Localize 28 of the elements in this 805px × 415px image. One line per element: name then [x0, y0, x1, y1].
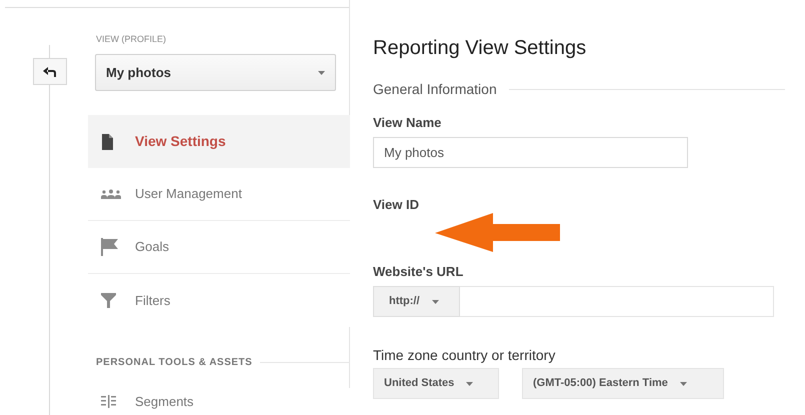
sidebar-item[interactable]: View Settings	[88, 115, 350, 168]
sidebar-item[interactable]: User Management	[88, 168, 350, 221]
page-title: Reporting View Settings	[373, 36, 586, 61]
country-dropdown[interactable]: United States	[373, 368, 499, 399]
caret-icon	[318, 70, 325, 74]
back-button[interactable]	[33, 58, 67, 85]
field-label: View ID	[373, 196, 420, 214]
time-zone-dropdown[interactable]: (GMT-05:00) Eastern Time	[522, 368, 724, 399]
protocol-dropdown[interactable]: http://	[373, 286, 460, 317]
field-label: Website's URL	[373, 263, 464, 281]
view-profile-label: VIEW (PROFILE)	[96, 33, 166, 46]
segments-icon	[101, 395, 116, 408]
field-label: View Name	[373, 114, 442, 132]
view-name-field[interactable]: My photos	[373, 137, 688, 168]
caret-icon	[432, 300, 439, 304]
section-heading: General Information	[373, 80, 497, 99]
flag-icon	[101, 238, 118, 256]
section-heading: PERSONAL TOOLS & ASSETS	[96, 356, 252, 370]
back-arrow-icon	[43, 66, 57, 76]
caret-icon	[680, 382, 687, 386]
caret-icon	[466, 382, 474, 386]
document-icon	[101, 134, 114, 150]
url-field[interactable]	[460, 286, 774, 317]
field-label: Time zone country or territory	[373, 346, 556, 365]
people-icon	[101, 189, 121, 199]
sidebar-item[interactable]: Goals	[88, 221, 350, 274]
filter-icon	[101, 293, 116, 308]
view-dropdown[interactable]: My photos	[95, 54, 336, 91]
